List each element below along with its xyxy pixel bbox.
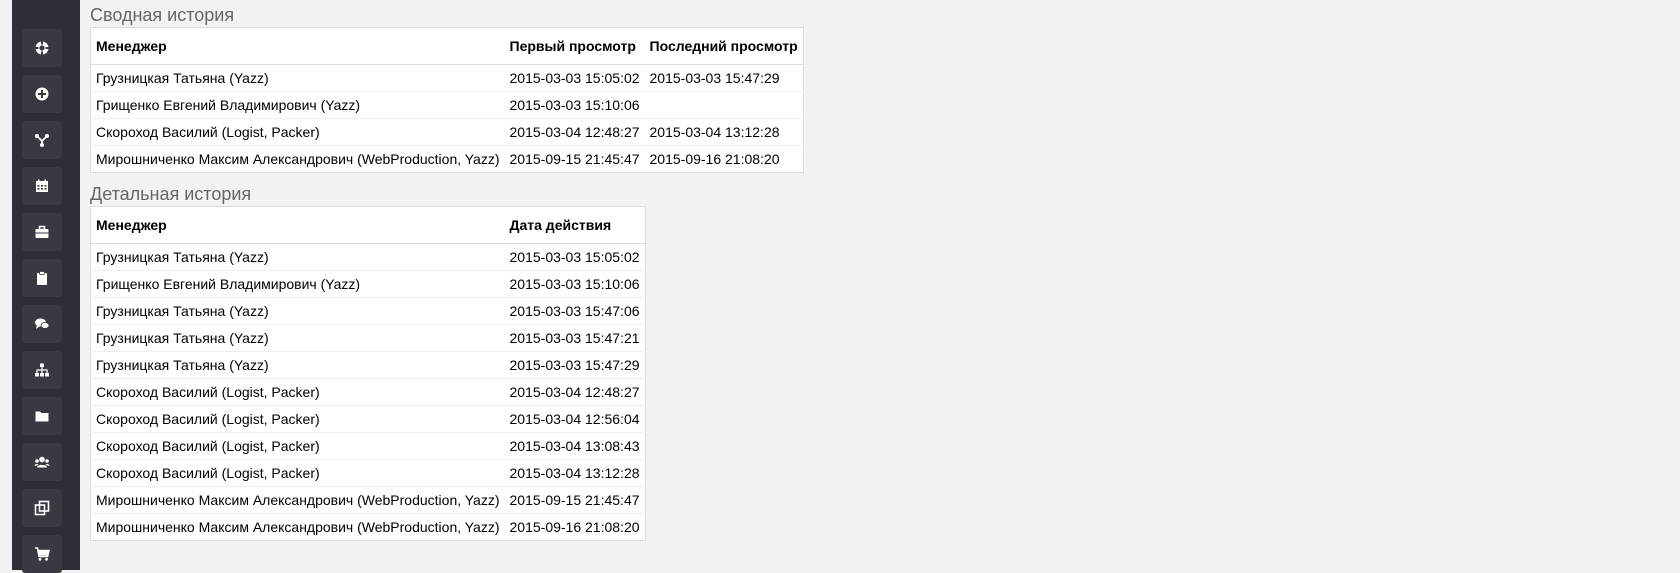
- lifebuoy-icon: [35, 41, 49, 55]
- action-date-cell: 2015-03-04 13:08:43: [504, 432, 646, 460]
- manager-cell: Скороход Василий (Logist, Packer): [90, 405, 505, 433]
- action-date-cell: 2015-03-03 15:47:29: [504, 351, 646, 379]
- table-row: Мирошниченко Максим Александрович (WebPr…: [90, 145, 804, 173]
- action-date-cell: 2015-03-03 15:47:06: [504, 297, 646, 325]
- summary-history-title: Сводная история: [90, 5, 235, 25]
- action-date-cell: 2015-09-15 21:45:47: [504, 486, 646, 514]
- manager-cell: Грузницкая Татьяна (Yazz): [90, 243, 505, 271]
- cart-icon: [35, 547, 50, 561]
- manager-cell: Скороход Василий (Logist, Packer): [90, 118, 505, 146]
- table-row: Скороход Василий (Logist, Packer) 2015-03…: [90, 432, 646, 460]
- table-row: Скороход Василий (Logist, Packer) 2015-03…: [90, 378, 646, 406]
- action-date-cell: 2015-09-16 21:08:20: [504, 513, 646, 541]
- last-view-cell: 2015-03-04 13:12:28: [644, 118, 804, 146]
- manager-cell: Скороход Василий (Logist, Packer): [90, 459, 505, 487]
- action-date-cell: 2015-03-04 13:12:28: [504, 459, 646, 487]
- manager-cell: Мирошниченко Максим Александрович (WebPr…: [90, 486, 505, 514]
- manager-cell: Грищенко Евгений Владимирович (Yazz): [90, 91, 505, 119]
- manager-cell: Скороход Василий (Logist, Packer): [90, 378, 505, 406]
- clipboard-icon: [37, 271, 47, 285]
- sitemap-icon: [35, 363, 49, 377]
- briefcase-icon: [35, 225, 49, 238]
- header-manager: Менеджер: [90, 206, 505, 244]
- sidebar-item-add[interactable]: [22, 75, 62, 113]
- branch-fork-icon: [35, 134, 49, 147]
- sidebar-item-contacts[interactable]: [22, 443, 62, 481]
- action-date-cell: 2015-03-03 15:05:02: [504, 243, 646, 271]
- table-row: Скороход Василий (Logist, Packer) 2015-03…: [90, 118, 804, 146]
- table-row: Грищенко Евгений Владимирович (Yazz) 2015…: [90, 91, 804, 119]
- table-header-row: Менеджер Первый просмотр Последний просм…: [90, 27, 804, 65]
- main-content: Сводная история Менеджер Первый просмотр…: [90, 0, 804, 541]
- left-gutter: [0, 0, 12, 570]
- table-row: Грузницкая Татьяна (Yazz) 2015-03-03 15:4…: [90, 324, 646, 352]
- table-row: Грузницкая Татьяна (Yazz) 2015-03-03 15:0…: [90, 64, 804, 92]
- first-view-cell: 2015-09-15 21:45:47: [504, 145, 645, 173]
- header-manager: Менеджер: [90, 27, 505, 65]
- action-date-cell: 2015-03-04 12:56:04: [504, 405, 646, 433]
- last-view-cell: 2015-09-16 21:08:20: [644, 145, 804, 173]
- manager-cell: Грузницкая Татьяна (Yazz): [90, 324, 505, 352]
- sidebar-item-messages[interactable]: [22, 305, 62, 343]
- plus-circle-icon: [35, 87, 49, 101]
- last-view-cell: 2015-03-03 15:47:29: [644, 64, 804, 92]
- manager-cell: Грузницкая Татьяна (Yazz): [90, 297, 505, 325]
- manager-cell: Мирошниченко Максим Александрович (WebPr…: [90, 145, 505, 173]
- header-first-view: Первый просмотр: [504, 27, 645, 65]
- table-row: Скороход Василий (Logist, Packer) 2015-03…: [90, 459, 646, 487]
- calendar-icon: [36, 179, 48, 192]
- sidebar-item-copy[interactable]: [22, 489, 62, 527]
- header-action-date: Дата действия: [504, 206, 646, 244]
- first-view-cell: 2015-03-03 15:05:02: [504, 64, 645, 92]
- manager-cell: Грузницкая Татьяна (Yazz): [90, 64, 505, 92]
- sidebar: [12, 0, 80, 573]
- sidebar-item-tasks[interactable]: [22, 259, 62, 297]
- sidebar-item-support[interactable]: [22, 29, 62, 67]
- table-row: Грищенко Евгений Владимирович (Yazz) 2015…: [90, 270, 646, 298]
- table-row: Грузницкая Татьяна (Yazz) 2015-03-03 15:4…: [90, 351, 646, 379]
- table-row: Грузницкая Татьяна (Yazz) 2015-03-03 15:0…: [90, 243, 646, 271]
- table-header-row: Менеджер Дата действия: [90, 206, 646, 244]
- sidebar-item-shop[interactable]: [22, 535, 62, 573]
- manager-cell: Скороход Василий (Logist, Packer): [90, 432, 505, 460]
- folder-icon: [35, 411, 49, 422]
- chat-bubbles-icon: [35, 318, 50, 329]
- sidebar-item-workflow[interactable]: [22, 121, 62, 159]
- table-row: Грузницкая Татьяна (Yazz) 2015-03-03 15:4…: [90, 297, 646, 325]
- table-row: Мирошниченко Максим Александрович (WebPr…: [90, 486, 646, 514]
- action-date-cell: 2015-03-04 12:48:27: [504, 378, 646, 406]
- action-date-cell: 2015-03-03 15:10:06: [504, 270, 646, 298]
- summary-history-table: Менеджер Первый просмотр Последний просм…: [90, 27, 804, 173]
- table-row: Мирошниченко Максим Александрович (WebPr…: [90, 513, 646, 541]
- first-view-cell: 2015-03-04 12:48:27: [504, 118, 645, 146]
- sidebar-item-structure[interactable]: [22, 351, 62, 389]
- sidebar-item-projects[interactable]: [22, 213, 62, 251]
- copy-icon: [34, 500, 50, 516]
- action-date-cell: 2015-03-03 15:47:21: [504, 324, 646, 352]
- first-view-cell: 2015-03-03 15:10:06: [504, 91, 645, 119]
- header-last-view: Последний просмотр: [644, 27, 804, 65]
- last-view-cell: [644, 91, 804, 119]
- manager-cell: Грузницкая Татьяна (Yazz): [90, 351, 505, 379]
- sidebar-item-documents[interactable]: [22, 397, 62, 435]
- manager-cell: Грищенко Евгений Владимирович (Yazz): [90, 270, 505, 298]
- sidebar-item-calendar[interactable]: [22, 167, 62, 205]
- table-row: Скороход Василий (Logist, Packer) 2015-03…: [90, 405, 646, 433]
- detail-history-table: Менеджер Дата действия Грузницкая Татьян…: [90, 206, 646, 541]
- users-group-icon: [34, 456, 50, 468]
- manager-cell: Мирошниченко Максим Александрович (WebPr…: [90, 513, 505, 541]
- detail-history-title: Детальная история: [90, 184, 252, 204]
